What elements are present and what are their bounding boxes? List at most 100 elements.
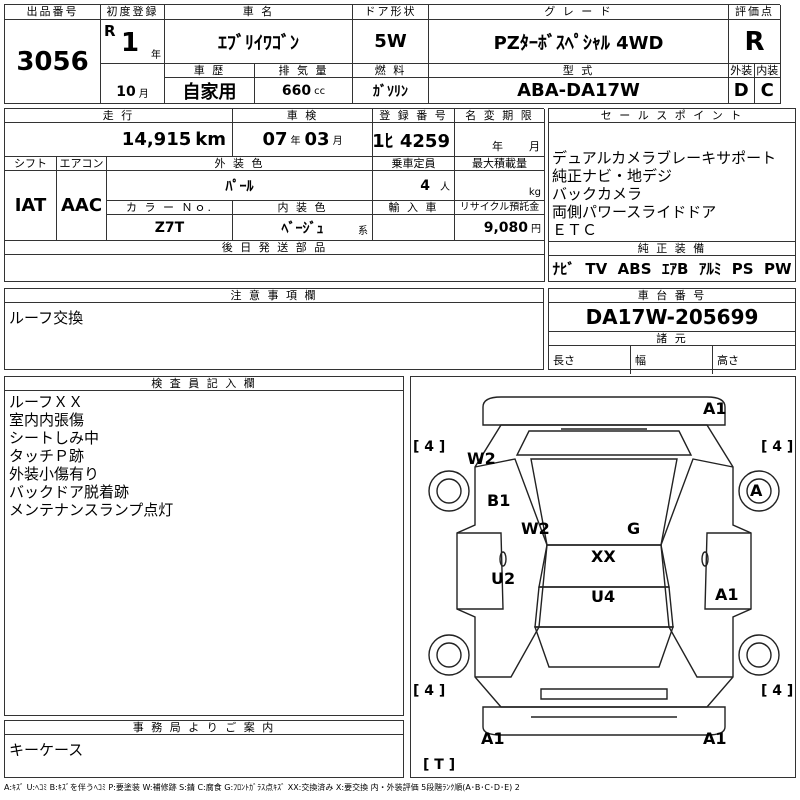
ac: AAC <box>57 171 107 241</box>
inspection-label: 車 検 <box>233 109 373 123</box>
inspection-month-unit: 月 <box>332 136 343 147</box>
car-name: ｴﾌﾞﾘｲﾜｺﾞﾝ <box>165 20 353 64</box>
capacity-label: 乗車定員 <box>373 157 455 171</box>
score-label: 評価点 <box>729 5 781 20</box>
load-unit: kg <box>528 187 541 198</box>
damage-mark: W2 <box>467 449 496 468</box>
plate-number: 横浜 581ﾋ 4259 <box>373 123 455 157</box>
sales-points-label: セ ー ル ス ポ イ ン ト <box>549 109 795 123</box>
equipment-items: ﾅﾋﾞ TV ABS ｴｱB ｱﾙﾐ PS PW <box>552 260 792 278</box>
first-reg-label: 初度登録 <box>101 5 165 20</box>
equipment-section: 純 正 装 備 ﾅﾋﾞ TV ABS ｴｱB ｱﾙﾐ PS PW <box>549 241 795 282</box>
interior-score: C <box>760 80 774 101</box>
dims-row: 長さ 幅 高さ <box>549 346 795 374</box>
exterior-score: D <box>729 78 755 103</box>
history-disp-cell: 車 歴 排 気 量 自家用 660 cc <box>165 64 353 104</box>
inspector-line: 室内内張傷 <box>9 411 85 429</box>
door-label: ドア形状 <box>353 5 429 20</box>
shift: IAT <box>5 171 57 241</box>
sales-point-item: デュアルカメラブレーキサポート <box>552 149 777 167</box>
damage-mark: A1 <box>703 729 727 748</box>
mileage: 14,915 <box>121 129 192 150</box>
inspector-line: メンテナンスランプ点灯 <box>9 501 174 519</box>
chassis-label: 車 台 番 号 <box>549 289 795 303</box>
sales-point-item: 純正ナビ・地デジ <box>552 167 673 185</box>
history-label: 車 歴 <box>165 64 255 78</box>
notes-box: 注 意 事 項 欄 ルーフ交換 <box>4 288 544 370</box>
import-value <box>373 215 455 241</box>
damage-mark: B1 <box>487 491 511 510</box>
tire-tread-rr: [ 4 ] <box>761 683 794 699</box>
recycle-label: リサイクル預託金 <box>455 201 545 215</box>
mileage-unit: km <box>195 129 226 150</box>
inspector-label: 検 査 員 記 入 欄 <box>5 377 403 391</box>
first-reg-year: 1 <box>121 28 140 58</box>
damage-mark: XX <box>591 547 616 566</box>
score: R <box>729 20 781 64</box>
fuel: ｶﾞｿﾘﾝ <box>373 83 408 100</box>
equipment-label: 純 正 装 備 <box>549 242 795 256</box>
car-name-label: 車 名 <box>165 5 353 20</box>
inspection-month: 03 <box>304 129 330 150</box>
door-type: 5W <box>353 20 429 64</box>
ac-label: エアコン <box>57 157 107 171</box>
recycle-fee: 9,080 <box>483 219 528 236</box>
plate-label: 登 録 番 号 <box>373 109 455 123</box>
height-label: 高さ <box>717 354 739 367</box>
notes-text: ルーフ交換 <box>9 309 84 327</box>
shift-label: シフト <box>5 157 57 171</box>
color-number: Z7T <box>107 215 233 241</box>
inspector-lines: ルーフＸＸ 室内内張傷 シートしみ中 タッチＰ跡 外装小傷有り バックドア脱着跡… <box>5 391 403 521</box>
exterior-label: 外装 <box>729 64 755 78</box>
color-no-label: カ ラ ー Ｎｏ. <box>107 201 233 215</box>
fuel-label: 燃 料 <box>353 64 428 78</box>
later-parts-label: 後 日 発 送 部 品 <box>5 241 545 255</box>
spare-tire: [ T ] <box>423 757 456 773</box>
office-label: 事 務 局 よ り ご 案 内 <box>5 721 403 735</box>
later-parts-value <box>5 255 545 282</box>
sales-points-box: セ ー ル ス ポ イ ン ト デュアルカメラブレーキサポート 純正ナビ・地デジ… <box>548 108 796 282</box>
inspection-year: 07 <box>262 129 288 150</box>
exterior-color: ﾊﾟｰﾙ <box>107 171 373 201</box>
load-label: 最大積載量 <box>455 157 545 171</box>
damage-mark: A <box>750 481 763 500</box>
header-grid: 出品番号 初度登録 車 名 ドア形状 グ レ ー ド 評価点 3056 R 1 … <box>4 4 781 104</box>
int-color-cell: ﾍﾞｰｼﾞｭ 系 <box>233 215 373 241</box>
length-label: 長さ <box>549 346 631 374</box>
damage-mark: U4 <box>591 587 616 606</box>
sales-point-item: 両側パワースライドドア <box>552 203 717 221</box>
damage-mark: G <box>627 519 641 538</box>
vehicle-details-grid: 走 行 車 検 登 録 番 号 名 変 期 限 14,915 km 07 年 0… <box>4 108 545 282</box>
car-diagram-box: A1 W2 B1 W2 G XX U2 U4 A1 A A1 A1 [ 4 ] … <box>410 376 796 778</box>
load-cell: kg <box>455 171 545 201</box>
int-color-label: 内 装 色 <box>233 201 373 215</box>
ext-int-cell: 外装 内装 D C <box>729 64 781 104</box>
inspection-cell: 07 年 03 月 <box>233 123 373 157</box>
capacity-cell: 4 人 <box>373 171 455 201</box>
model-cell: 型 式 ABA-DA17W <box>429 64 729 104</box>
car-outline <box>428 396 780 736</box>
sales-point-item: バックカメラ <box>552 185 643 203</box>
lot-label: 出品番号 <box>5 5 101 20</box>
width-label: 幅 <box>631 346 713 374</box>
model: ABA-DA17W <box>517 80 640 101</box>
first-reg-month: 10 <box>116 84 136 100</box>
grade: PZﾀｰﾎﾞｽﾍﾟｼｬﾙ 4WD <box>429 20 729 64</box>
damage-mark: A1 <box>715 585 739 604</box>
displacement-label: 排 気 量 <box>255 64 352 78</box>
chassis-box: 車 台 番 号 DA17W-205699 諸 元 長さ 幅 高さ <box>548 288 796 374</box>
first-reg-cell: R 1 年 <box>101 20 165 64</box>
inspector-line: バックドア脱着跡 <box>9 483 130 501</box>
inspector-line: タッチＰ跡 <box>9 447 85 465</box>
displacement-cell: 660 cc <box>255 78 352 103</box>
interior-color: ﾍﾞｰｼﾞｭ <box>281 220 324 237</box>
tire-tread-fl: [ 4 ] <box>413 439 446 455</box>
damage-mark: U2 <box>491 569 516 588</box>
inspector-line: 外装小傷有り <box>9 465 100 483</box>
damage-mark: W2 <box>521 519 550 538</box>
chassis-number: DA17W-205699 <box>549 303 795 332</box>
legend: A:ｷｽﾞ U:ﾍｺﾐ B:ｷｽﾞを伴うﾍｺﾐ P:要塗装 W:補修跡 S:錆 … <box>4 783 520 792</box>
mileage-label: 走 行 <box>5 109 233 123</box>
capacity-unit: 人 <box>440 182 450 193</box>
recycle-unit: 円 <box>531 224 541 235</box>
